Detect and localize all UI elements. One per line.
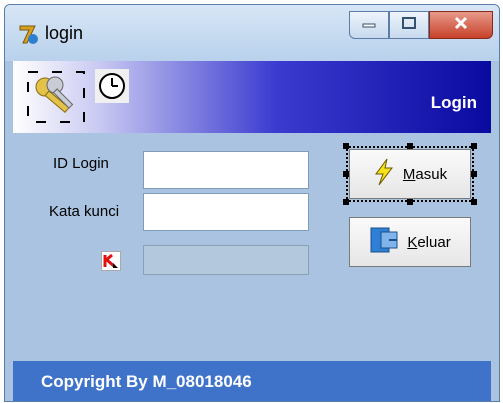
- footer: Copyright By M_08018046: [13, 361, 491, 401]
- resize-handle[interactable]: [343, 143, 349, 149]
- resize-handle[interactable]: [343, 171, 349, 177]
- resize-handle[interactable]: [471, 143, 477, 149]
- maximize-button[interactable]: [389, 11, 429, 39]
- resize-handle[interactable]: [471, 171, 477, 177]
- app-icon: [17, 23, 39, 45]
- window-title: login: [45, 23, 84, 43]
- id-login-input[interactable]: [143, 151, 309, 189]
- copyright-text: Copyright By M_08018046: [41, 372, 252, 391]
- close-button[interactable]: [429, 11, 493, 39]
- header-title: Login: [430, 93, 477, 112]
- keys-icon: [27, 71, 85, 123]
- masuk-label: Masuk: [402, 165, 448, 183]
- close-icon: [452, 14, 470, 37]
- window-controls: [349, 11, 493, 41]
- id-login-label: ID Login: [53, 155, 109, 172]
- title-bar[interactable]: login: [5, 5, 499, 61]
- lightning-icon: [373, 158, 395, 190]
- masuk-button[interactable]: Masuk: [349, 149, 471, 199]
- resize-handle[interactable]: [407, 143, 413, 149]
- keluar-button[interactable]: Keluar: [349, 217, 471, 267]
- resize-handle[interactable]: [471, 199, 477, 205]
- resize-handle[interactable]: [407, 199, 413, 205]
- maximize-icon: [401, 16, 417, 35]
- clock-icon: [95, 69, 129, 103]
- header-banner: Login: [13, 61, 491, 133]
- keluar-label: Keluar: [407, 233, 451, 251]
- login-form: ID Login Kata kunci Masuk Keluar: [13, 133, 491, 361]
- kaspersky-icon: [101, 251, 121, 271]
- status-bar: [143, 245, 309, 275]
- minimize-button[interactable]: [349, 11, 389, 39]
- password-label: Kata kunci: [49, 203, 120, 220]
- exit-icon: [369, 226, 399, 258]
- minimize-icon: [361, 16, 377, 34]
- password-input[interactable]: [143, 193, 309, 231]
- resize-handle[interactable]: [343, 199, 349, 205]
- login-window: login Login ID Login Kata kunci Masuk Ke…: [4, 4, 500, 402]
